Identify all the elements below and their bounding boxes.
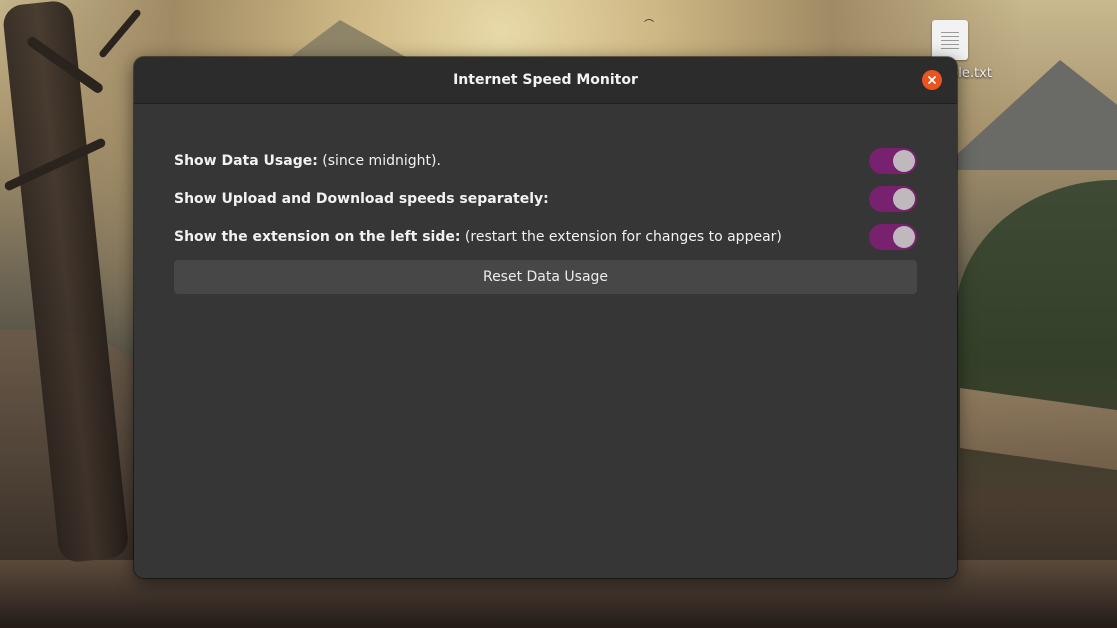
setting-label: Show Upload and Download speeds separate… xyxy=(174,191,549,207)
bird-icon: ⌒ xyxy=(644,20,654,31)
setting-label-bold: Show the extension on the left side: xyxy=(174,229,461,245)
setting-label-detail: (restart the extension for changes to ap… xyxy=(460,229,782,245)
separate-speeds-toggle[interactable] xyxy=(869,186,917,212)
left-side-toggle[interactable] xyxy=(869,224,917,250)
tree-branch-decoration xyxy=(98,8,142,59)
setting-label-bold: Show Data Usage: xyxy=(174,153,318,169)
setting-label-bold: Show Upload and Download speeds separate… xyxy=(174,191,549,207)
setting-row-data-usage: Show Data Usage: (since midnight). xyxy=(174,142,917,180)
show-data-usage-toggle[interactable] xyxy=(869,148,917,174)
toggle-knob xyxy=(893,188,915,210)
setting-label: Show Data Usage: (since midnight). xyxy=(174,153,441,169)
setting-row-left-side: Show the extension on the left side: (re… xyxy=(174,218,917,256)
setting-row-separate-speeds: Show Upload and Download speeds separate… xyxy=(174,180,917,218)
settings-window: Internet Speed Monitor Show Data Usage: … xyxy=(134,57,957,578)
toggle-knob xyxy=(893,226,915,248)
setting-label: Show the extension on the left side: (re… xyxy=(174,229,782,245)
text-file-icon xyxy=(932,20,968,60)
reset-data-usage-button[interactable]: Reset Data Usage xyxy=(174,260,917,294)
window-titlebar[interactable]: Internet Speed Monitor xyxy=(134,57,957,104)
window-title: Internet Speed Monitor xyxy=(453,72,638,88)
setting-label-detail: (since midnight). xyxy=(317,153,441,169)
close-button[interactable] xyxy=(922,70,942,90)
close-icon xyxy=(928,76,936,84)
toggle-knob xyxy=(893,150,915,172)
settings-content: Show Data Usage: (since midnight). Show … xyxy=(174,142,917,294)
desktop-background: ⌒ ble.txt Internet Speed Monitor Show Da… xyxy=(0,0,1117,628)
